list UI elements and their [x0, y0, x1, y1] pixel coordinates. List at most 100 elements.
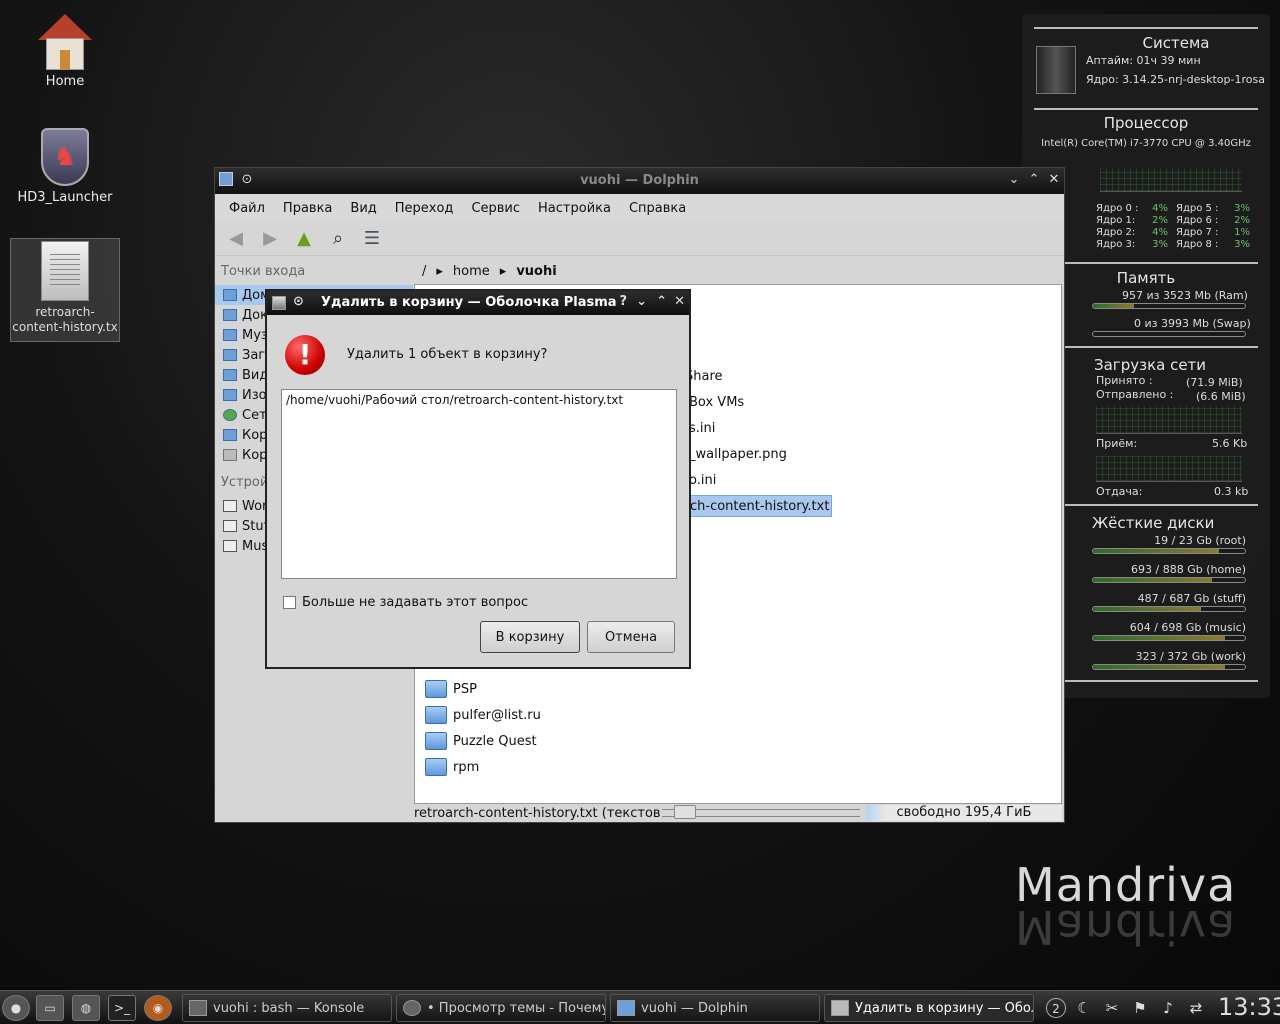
file-item[interactable]: PSP — [425, 678, 477, 700]
window-title: vuohi — Dolphin — [580, 173, 699, 188]
file-item[interactable]: s.ini — [689, 418, 715, 440]
status-bar: retroarch-content-history.txt (текстов… … — [414, 804, 1064, 822]
trash-icon — [831, 1000, 849, 1016]
task-konsole[interactable]: vuohi : bash — Konsole — [182, 994, 392, 1022]
menu-settings[interactable]: Настройка — [538, 201, 611, 216]
dialog-question: Удалить 1 объект в корзину? — [347, 347, 548, 362]
file-item[interactable]: _wallpaper.png — [689, 444, 787, 466]
firefox-launcher-icon[interactable]: ◉ — [144, 995, 172, 1021]
disk-music-bar — [1092, 635, 1246, 641]
task-delete-dialog[interactable]: Удалить в корзину — Оболоч — [824, 994, 1034, 1022]
breadcrumb: / ▸ home ▸ vuohi — [414, 258, 1064, 284]
scissors-icon[interactable]: ✂ — [1102, 998, 1122, 1018]
file-item[interactable]: pulfer@list.ru — [425, 704, 541, 726]
dont-ask-again-checkbox[interactable]: Больше не задавать этот вопрос — [283, 595, 528, 610]
desktop-icon-hd3-launcher[interactable]: ♞ HD3_Launcher — [10, 128, 120, 205]
menu-tools[interactable]: Сервис — [471, 201, 520, 216]
terminal-launcher-icon[interactable]: >_ — [108, 995, 136, 1021]
task-dolphin[interactable]: vuohi — Dolphin — [610, 994, 820, 1022]
disk-work-bar — [1092, 664, 1246, 670]
menu-file[interactable]: Файл — [229, 201, 265, 216]
file-manager-launcher-icon[interactable]: ◍ — [72, 995, 100, 1021]
received-label: Принято : — [1096, 374, 1153, 387]
task-browser[interactable]: • Просмотр темы - Почему кн — [396, 994, 606, 1022]
tx-value: 0.3 kb — [1214, 485, 1249, 498]
network-icon[interactable]: ⇄ — [1186, 998, 1206, 1018]
uptime-text: Аптайм: 01ч 39 мин — [1086, 54, 1201, 67]
up-arrow-icon[interactable]: ▲ — [291, 226, 317, 252]
breadcrumb-home[interactable]: home — [453, 264, 490, 279]
ram-text: 957 из 3523 Mb (Ram) — [1122, 289, 1248, 302]
cpu-title: Процессор — [1103, 114, 1189, 132]
desktop-icon-label: HD3_Launcher — [17, 190, 113, 205]
zoom-slider-handle[interactable] — [674, 805, 696, 819]
menu-go[interactable]: Переход — [395, 201, 454, 216]
breadcrumb-root[interactable]: / — [422, 264, 426, 279]
maximize-button[interactable]: ⌃ — [656, 294, 667, 309]
sent-label: Отправлено : — [1096, 388, 1174, 401]
minimize-button[interactable]: ⌄ — [636, 294, 647, 309]
cpu-graph — [1100, 168, 1242, 192]
desktop-icon-home[interactable]: Home — [10, 14, 120, 89]
cancel-button[interactable]: Отмена — [587, 621, 675, 653]
keyboard-layout-flag-icon[interactable]: ⚑ — [1130, 998, 1150, 1018]
folder-icon — [425, 706, 447, 724]
dialog-title: Удалить в корзину — Оболочка Plasma — [321, 295, 617, 310]
cpu-model: Intel(R) Core(TM) i7-3770 CPU @ 3.40GHz — [1041, 138, 1251, 149]
folder-icon — [425, 680, 447, 698]
maximize-button[interactable]: ⌃ — [1026, 172, 1042, 188]
dialog-titlebar[interactable]: ⊙ Удалить в корзину — Оболочка Plasma ? … — [267, 291, 689, 315]
zoom-slider[interactable] — [662, 805, 860, 819]
file-item[interactable]: Puzzle Quest — [425, 730, 537, 752]
disk-music-label: 604 / 698 Gb (music) — [1129, 621, 1246, 634]
pin-icon[interactable]: ⊙ — [293, 294, 304, 309]
disk-home-label: 693 / 888 Gb (home) — [1131, 563, 1246, 576]
show-desktop-icon[interactable]: ▭ — [36, 995, 64, 1021]
trash-app-icon[interactable] — [272, 296, 286, 310]
sent-value: (6.6 MiB) — [1196, 390, 1246, 403]
file-item[interactable]: o.ini — [689, 470, 716, 492]
help-button[interactable]: ? — [619, 294, 627, 309]
items-to-delete-list[interactable]: /home/vuohi/Рабочий стол/retroarch-conte… — [281, 389, 677, 579]
taskbar: ● ▭ ◍ >_ ◉ vuohi : bash — Konsole • Прос… — [0, 990, 1280, 1024]
minimize-button[interactable]: ⌄ — [1006, 172, 1022, 188]
dolphin-titlebar[interactable]: ⊙ vuohi — Dolphin ⌄ ⌃ ✕ — [215, 168, 1064, 194]
close-button[interactable]: ✕ — [1046, 172, 1062, 188]
cpu-cores-right: Ядро 5 :3% Ядро 6 :2% Ядро 7 :1% Ядро 8 … — [1176, 203, 1250, 250]
list-item: /home/vuohi/Рабочий стол/retroarch-conte… — [286, 393, 624, 407]
desktop-icon-label: retroarch- content-history.tx — [12, 305, 118, 334]
pager-button[interactable]: 2 — [1046, 998, 1066, 1018]
checkbox-box[interactable] — [283, 596, 296, 609]
documents-icon — [223, 309, 237, 321]
menu-help[interactable]: Справка — [629, 201, 686, 216]
desktop-icon-retroarch-file[interactable]: retroarch- content-history.tx — [10, 238, 120, 342]
status-text: retroarch-content-history.txt (текстов… — [414, 805, 660, 821]
home-folder-icon — [223, 289, 237, 301]
search-icon[interactable]: ⌕ — [325, 226, 351, 252]
file-item-selected[interactable]: ch-content-history.txt — [687, 495, 833, 517]
disks-title: Жёсткие диски — [1092, 514, 1215, 532]
close-button[interactable]: ✕ — [674, 294, 685, 309]
folder-icon — [425, 732, 447, 750]
file-item[interactable]: Box VMs — [689, 392, 744, 414]
delete-dialog: ⊙ Удалить в корзину — Оболочка Plasma ? … — [265, 289, 691, 669]
rx-label: Приём: — [1096, 437, 1138, 450]
desktop-icon-label: Home — [45, 74, 85, 89]
disk-stuff-label: 487 / 687 Gb (stuff) — [1137, 592, 1246, 605]
clock[interactable]: 13:33 — [1218, 993, 1280, 1021]
back-arrow-icon[interactable]: ◀ — [223, 226, 249, 252]
file-item[interactable]: rpm — [425, 756, 479, 778]
trash-icon — [223, 449, 237, 461]
forward-arrow-icon[interactable]: ▶ — [257, 226, 283, 252]
warning-icon: ! — [285, 335, 325, 375]
breadcrumb-current[interactable]: vuohi — [516, 264, 556, 279]
menu-edit[interactable]: Правка — [283, 201, 332, 216]
app-menu-button[interactable]: ● — [2, 995, 30, 1021]
view-mode-icon[interactable]: ☰ — [359, 226, 385, 252]
shield-icon: ♞ — [41, 128, 89, 186]
move-to-trash-button[interactable]: В корзину — [480, 621, 580, 653]
menu-view[interactable]: Вид — [350, 201, 376, 216]
night-mode-icon[interactable]: ☾ — [1074, 998, 1094, 1018]
volume-icon[interactable]: ♪ — [1158, 998, 1178, 1018]
folder-icon — [617, 1000, 635, 1016]
